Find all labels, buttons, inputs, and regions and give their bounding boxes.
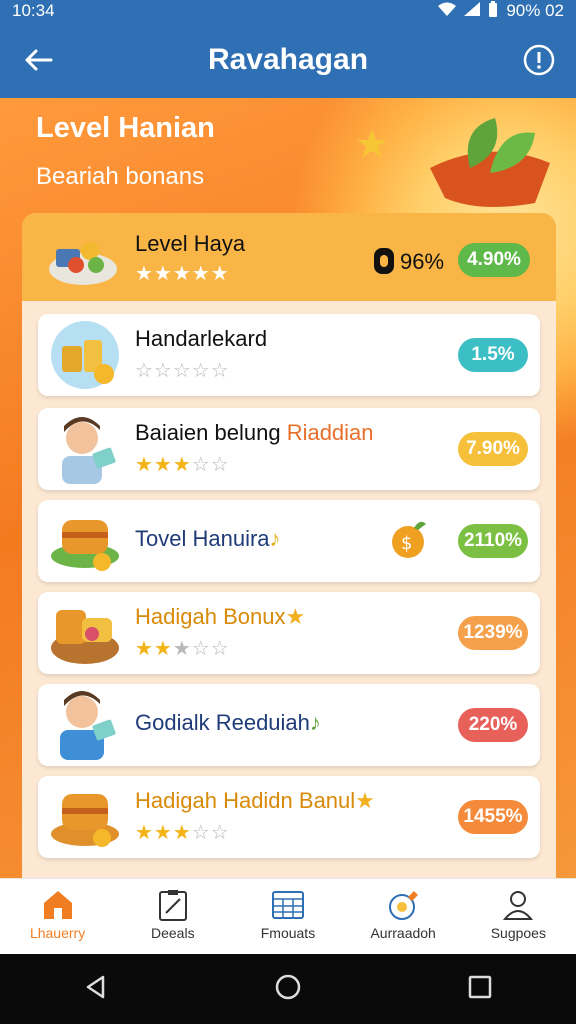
item-rating: ★★★☆☆ (135, 454, 230, 476)
item-rating: ☆☆☆☆☆ (135, 360, 230, 382)
nav-label: Sugpoes (490, 925, 546, 941)
nav-item-home[interactable]: Lhauerry (8, 879, 108, 941)
nav-item-profile[interactable]: Sugpoes (468, 879, 568, 941)
back-button[interactable] (20, 42, 56, 78)
cake-icon (51, 794, 119, 847)
nav-label: Deeals (150, 925, 195, 941)
list-item[interactable]: Godialk Reeduiah♪ 220% (38, 684, 540, 766)
nav-label: Lhauerry (29, 925, 86, 941)
system-nav-bar (0, 954, 576, 1024)
hero-subtitle: Beariah bonans (36, 163, 205, 190)
battery-icon (488, 0, 498, 22)
featured-badge-text: 96% (400, 249, 445, 274)
list-item[interactable]: Baiaien belung Riaddian ★★★☆☆ 7.90% (38, 408, 540, 490)
home-circle-icon[interactable] (274, 973, 302, 1006)
info-button[interactable] (520, 41, 558, 79)
item-rating: ★★★☆☆ (135, 638, 230, 660)
featured-pill: 4.90% (458, 243, 530, 277)
list-item[interactable]: Handarlekard ☆☆☆☆☆ 1.5% (38, 314, 540, 396)
nav-item-rewards[interactable]: Aurraadoh (353, 879, 453, 941)
featured-title: Level Haya (135, 231, 246, 256)
battery-level: 90% 02 (506, 1, 564, 20)
clipboard-icon (158, 890, 187, 921)
nav-label: Aurraadoh (370, 925, 436, 941)
coin-stack-icon (51, 321, 119, 389)
info-icon (523, 44, 555, 76)
item-pill: 1239% (458, 616, 528, 650)
back-triangle-icon[interactable] (83, 974, 109, 1005)
item-pill: 1.5% (458, 338, 528, 372)
recents-square-icon[interactable] (467, 974, 493, 1005)
item-title: Hadigah Bonux★ (135, 604, 306, 629)
status-icons: 90% 02 (438, 0, 564, 22)
item-title: Handarlekard (135, 326, 268, 351)
app-bar: Ravahagan (0, 22, 576, 98)
item-title: Hadigah Hadidn Banul★ (135, 788, 375, 813)
star-icon (357, 129, 387, 158)
nav-item-menu[interactable]: Fmouats (238, 879, 338, 941)
list-item[interactable]: Tovel Hanuira♪ $ 2110% (38, 500, 540, 582)
nav-label: Fmouats (260, 925, 316, 941)
bread-bowl-icon (51, 610, 119, 664)
item-rating: ★★★☆☆ (135, 822, 230, 844)
item-pill: 2110% (458, 524, 528, 558)
leaf-bowl-icon (430, 118, 550, 207)
lock-icon (374, 248, 394, 274)
arrow-left-icon (25, 49, 53, 71)
signal-icon (464, 1, 481, 21)
person-cash-icon (60, 691, 116, 760)
person-cash-icon (62, 417, 116, 484)
featured-level-row[interactable]: Level Haya ★★★★★ 96% 4.90% (22, 213, 556, 301)
wifi-icon (438, 1, 457, 21)
item-title: Baiaien belung Riaddian (135, 420, 374, 445)
page-title: Ravahagan (207, 43, 369, 76)
featured-rating: ★★★★★ (135, 263, 230, 285)
list-item[interactable]: Hadigah Bonux★ ★★★☆☆ 1239% (38, 592, 540, 674)
grid-icon (271, 891, 304, 919)
food-bowl-icon (49, 242, 117, 285)
item-pill: 7.90% (458, 432, 528, 466)
list-item[interactable]: Hadigah Hadidn Banul★ ★★★☆☆ 1455% (38, 776, 540, 858)
cake-icon (51, 520, 119, 571)
item-pill: 1455% (458, 800, 528, 834)
user-icon (503, 891, 534, 920)
status-time: 10:34 (12, 1, 55, 20)
bottom-nav: Lhauerry Deeals Fmouats Aurraadoh Sugpoe… (0, 878, 576, 954)
home-icon (43, 891, 72, 919)
coin-bag-icon: $ (392, 521, 426, 558)
status-bar: 10:34 90% 02 (0, 0, 576, 22)
nav-item-deals[interactable]: Deeals (123, 879, 223, 941)
item-title: Tovel Hanuira♪ (135, 526, 281, 551)
item-title: Godialk Reeduiah♪ (135, 710, 321, 735)
item-pill: 220% (458, 708, 528, 742)
hero-title: Level Hanian (36, 112, 215, 144)
svg-text:$: $ (401, 533, 412, 554)
medal-icon (389, 891, 419, 920)
